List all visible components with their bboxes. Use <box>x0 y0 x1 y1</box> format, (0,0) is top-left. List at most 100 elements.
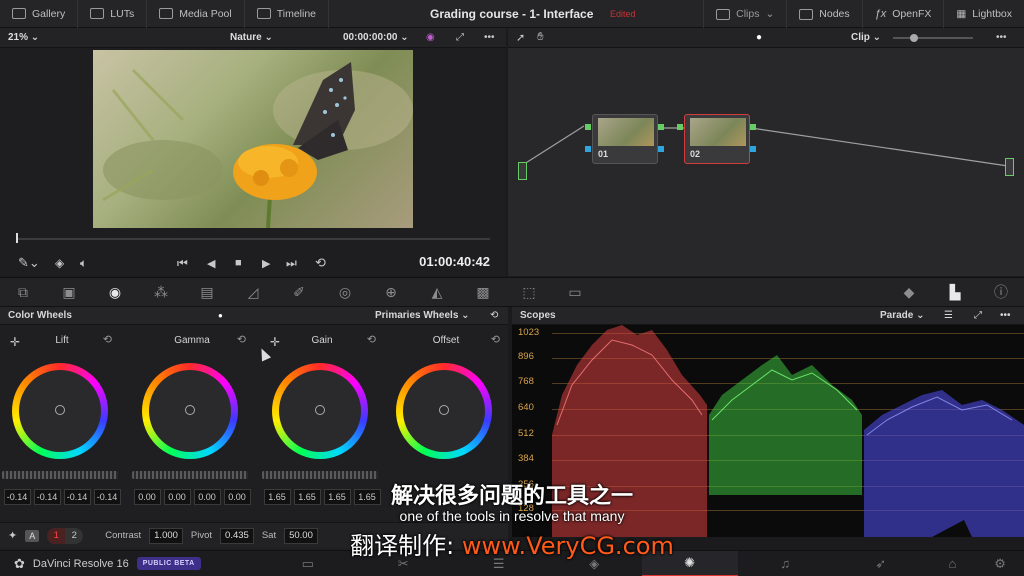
nodes-icon <box>799 8 814 20</box>
node-thumbnail <box>598 118 654 146</box>
volume-icon[interactable]: 🔈︎ <box>80 256 87 271</box>
timeline-icon <box>256 8 271 19</box>
node-02-key-output[interactable] <box>750 146 756 152</box>
node-02-output[interactable] <box>750 124 756 130</box>
timeline-button[interactable]: Timeline <box>245 0 330 28</box>
wheel-mode-select[interactable]: Primaries Wheels ⌄ <box>375 310 470 321</box>
luts-button[interactable]: LUTs <box>78 0 148 28</box>
butterfly-flower-image <box>102 62 413 228</box>
playhead[interactable] <box>16 233 18 243</box>
skip-start-icon[interactable]: ⏮︎ <box>177 256 188 271</box>
fx-icon: ƒx <box>874 8 887 20</box>
node-01-output[interactable] <box>658 124 664 130</box>
skip-end-icon[interactable]: ⏭︎ <box>286 256 297 271</box>
top-toolbar: Gallery LUTs Media Pool Timeline Grading… <box>0 0 1024 28</box>
offset-center-handle[interactable] <box>439 405 449 415</box>
scope-expand-icon[interactable]: ⤢ <box>974 310 982 321</box>
tracker-icon[interactable]: ⊕ <box>368 277 414 307</box>
media-pool-button[interactable]: Media Pool <box>147 0 245 28</box>
input-port[interactable] <box>518 162 527 180</box>
node-02[interactable]: 02 <box>684 114 750 164</box>
node-editor-panel: ➚ ✋︎ ● Clip ⌄ ••• 01 02 <box>508 28 1024 276</box>
key-icon[interactable]: ▩ <box>460 277 506 307</box>
viewer-panel: 21% ⌄ Nature ⌄ 00:00:00:00 ⌄ ◉ ⤢ ••• ✎⌄ … <box>0 28 506 276</box>
node-zoom-slider[interactable] <box>893 37 973 39</box>
qualifier-icon[interactable]: ✐ <box>276 277 322 307</box>
color-picker-icon[interactable]: ◉ <box>426 32 435 43</box>
reset-icon[interactable]: ⟲ <box>491 333 500 346</box>
scope-mode-select[interactable]: Parade ⌄ <box>880 310 925 321</box>
openfx-button[interactable]: ƒx OpenFX <box>861 0 944 28</box>
rgb-mixer-icon[interactable]: ⁂ <box>138 277 184 307</box>
info-icon[interactable]: ⓘ <box>978 277 1024 307</box>
node-01-key-input[interactable] <box>585 146 591 152</box>
hand-tool-icon[interactable]: ✋︎ <box>537 31 543 44</box>
more-options-icon[interactable]: ••• <box>1000 310 1011 321</box>
record-timecode: 01:00:40:42 <box>419 254 490 269</box>
node-02-input[interactable] <box>677 124 683 130</box>
clips-button[interactable]: Clips ⌄ <box>703 0 786 28</box>
scopes-icon[interactable]: ▙ <box>932 277 978 307</box>
reset-icon[interactable]: ⟲ <box>103 333 112 346</box>
more-options-icon[interactable]: ••• <box>484 32 495 43</box>
blur-icon[interactable]: ◭ <box>414 277 460 307</box>
output-port[interactable] <box>1005 158 1014 176</box>
clip-name-select[interactable]: Nature ⌄ <box>230 32 273 43</box>
zoom-select[interactable]: 21% ⌄ <box>8 32 39 43</box>
nodes-button[interactable]: Nodes <box>786 0 861 28</box>
color-wheels-icon[interactable]: ◉ <box>92 277 138 307</box>
keyframes-icon[interactable]: ◆ <box>886 277 932 307</box>
edited-badge: Edited <box>610 9 636 19</box>
subtitle-english: one of the tools in resolve that many <box>399 508 625 524</box>
viewer-image[interactable] <box>93 50 413 228</box>
clips-icon <box>716 8 731 20</box>
play-icon[interactable]: ▶ <box>262 257 270 270</box>
gamma-center-handle[interactable] <box>185 405 195 415</box>
page-dot-icon: ● <box>218 311 223 320</box>
stop-icon[interactable]: ■ <box>235 257 242 269</box>
project-title: Grading course - 1- Interface <box>430 7 594 21</box>
scope-settings-icon[interactable]: ☰ <box>944 310 953 321</box>
sizing-icon[interactable]: ⬚ <box>506 277 552 307</box>
motion-effects-icon[interactable]: ▤ <box>184 277 230 307</box>
scale-label: 1023 <box>518 327 540 338</box>
layers-icon[interactable]: ◈ <box>55 256 64 270</box>
fullscreen-icon[interactable]: ⤢ <box>456 32 464 43</box>
node-zoom-handle[interactable] <box>910 34 918 42</box>
viewer-header: 21% ⌄ Nature ⌄ 00:00:00:00 ⌄ ◉ ⤢ ••• <box>0 28 506 48</box>
credit-url: www.VeryCG.com <box>461 532 674 560</box>
gain-center-handle[interactable] <box>315 405 325 415</box>
lightbox-icon: ▦ <box>956 8 967 20</box>
timeline-scrubber[interactable] <box>16 238 490 240</box>
eyedropper-icon[interactable]: ✎⌄ <box>18 255 40 271</box>
scale-label: 384 <box>518 453 534 464</box>
lift-center-handle[interactable] <box>55 405 65 415</box>
gallery-button[interactable]: Gallery <box>0 0 79 28</box>
node-connections <box>520 125 1009 167</box>
luts-icon <box>90 8 105 19</box>
camera-raw-icon[interactable]: ⧉ <box>0 277 46 307</box>
more-options-icon[interactable]: ••• <box>996 32 1007 43</box>
chevron-down-icon: ⌄ <box>765 8 775 20</box>
loop-icon[interactable]: ⟲ <box>315 255 326 271</box>
node-01-key-output[interactable] <box>658 146 664 152</box>
node-mode-select[interactable]: Clip ⌄ <box>851 32 881 43</box>
reset-icon[interactable]: ⟲ <box>237 333 246 346</box>
color-match-icon[interactable]: ▣ <box>46 277 92 307</box>
reset-icon[interactable]: ⟲ <box>367 333 376 346</box>
source-timecode[interactable]: 00:00:00:00 ⌄ <box>343 32 409 43</box>
media-pool-icon <box>159 8 174 19</box>
lightbox-button[interactable]: ▦ Lightbox <box>943 0 1024 28</box>
node-01-input[interactable] <box>585 124 591 130</box>
node-01[interactable]: 01 <box>592 114 658 164</box>
node-editor-header: ➚ ✋︎ ● Clip ⌄ ••• <box>508 28 1024 48</box>
reset-all-icon[interactable]: ⟲ <box>490 310 498 321</box>
scale-label: 640 <box>518 402 534 413</box>
curves-icon[interactable]: ◿ <box>230 277 276 307</box>
3d-icon[interactable]: ▭ <box>552 277 598 307</box>
window-icon[interactable]: ◎ <box>322 277 368 307</box>
scale-label: 768 <box>518 376 534 387</box>
play-reverse-icon[interactable]: ◀ <box>207 257 215 270</box>
scale-label: 896 <box>518 351 534 362</box>
pointer-tool-icon[interactable]: ➚ <box>516 31 525 44</box>
